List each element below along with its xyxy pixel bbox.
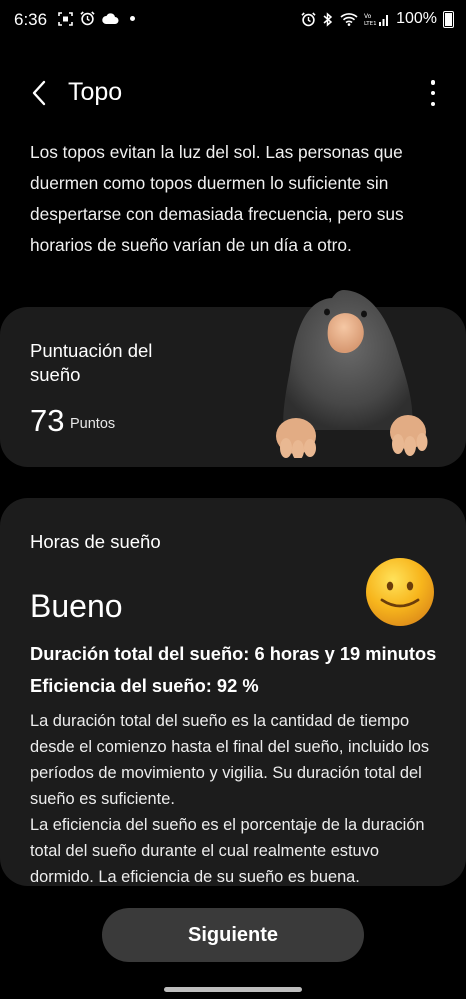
svg-text:LTE1: LTE1 <box>364 21 377 27</box>
next-button[interactable]: Siguiente <box>102 908 364 962</box>
wifi-icon <box>340 13 358 26</box>
sleep-efficiency: Eficiencia del sueño: 92 % <box>30 675 259 696</box>
sleep-score-value: 73 <box>30 403 65 438</box>
more-vertical-icon <box>430 80 436 85</box>
status-bar: 6:36 Vo LTE1 100% <box>0 0 466 42</box>
app-header: Topo <box>0 70 466 114</box>
battery-icon <box>443 10 454 28</box>
efficiency-explanation: La eficiencia del sueño es el porcentaje… <box>30 816 425 886</box>
svg-text:Vo: Vo <box>364 13 372 20</box>
sleep-quality-rating: Bueno <box>30 588 123 624</box>
animal-description: Los topos evitan la luz del sol. Las per… <box>30 142 404 255</box>
more-options-button[interactable] <box>428 80 438 106</box>
home-indicator[interactable] <box>164 987 302 992</box>
alarm-icon <box>80 11 95 26</box>
screenshot-icon <box>58 11 73 26</box>
cloud-icon <box>102 13 119 24</box>
sleep-score-label: Puntuación del sueño <box>30 340 153 385</box>
sleep-hours-description: La duración total del sueño es la cantid… <box>30 708 440 886</box>
alarm-icon <box>301 11 316 26</box>
smiley-face-icon <box>366 558 434 626</box>
status-time: 6:36 <box>14 10 48 29</box>
battery-percent: 100% <box>396 10 437 27</box>
back-button[interactable] <box>22 76 56 110</box>
total-sleep-duration: Duración total del sueño: 6 horas y 19 m… <box>30 643 437 664</box>
volte-signal-icon: VoLTE1 <box>364 13 389 27</box>
sleep-hours-label: Horas de sueño <box>30 531 161 552</box>
page-title: Topo <box>68 78 123 106</box>
mole-illustration <box>276 290 428 458</box>
sleep-score-unit: Puntos <box>70 416 116 432</box>
duration-explanation: La duración total del sueño es la cantid… <box>30 712 430 808</box>
bluetooth-icon <box>323 11 333 27</box>
chevron-left-icon <box>32 80 46 106</box>
notification-dot <box>130 16 135 21</box>
